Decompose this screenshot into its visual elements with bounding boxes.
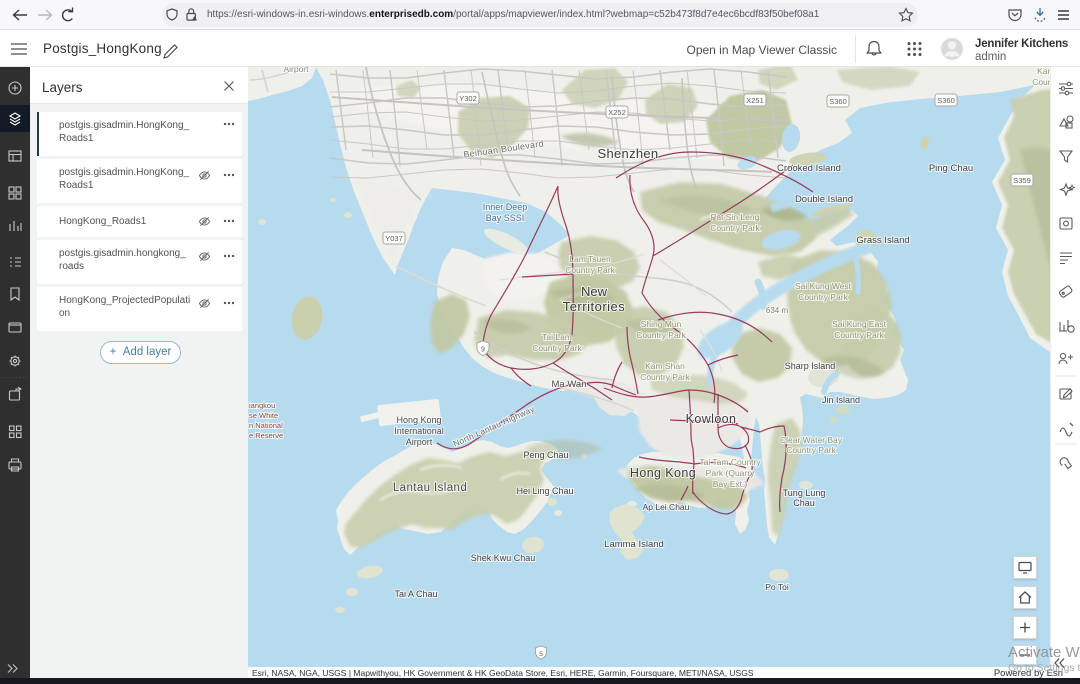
svg-text:Clear Water Bay: Clear Water Bay	[780, 435, 843, 445]
svg-text:New: New	[581, 284, 608, 299]
svg-text:Kowloon: Kowloon	[686, 412, 737, 426]
svg-text:Airport: Airport	[283, 67, 309, 74]
svg-text:Hei Ling Chau: Hei Ling Chau	[516, 486, 573, 496]
svg-text:S360: S360	[829, 97, 847, 106]
svg-text:Country Park: Country Park	[834, 330, 884, 340]
svg-text:Double Island: Double Island	[795, 194, 853, 205]
svg-text:Y302: Y302	[459, 94, 477, 103]
svg-text:Shing Mun: Shing Mun	[641, 319, 682, 329]
svg-text:5: 5	[539, 651, 543, 658]
svg-text:e Reserve: e Reserve	[249, 431, 283, 440]
svg-text:X252: X252	[608, 108, 626, 117]
svg-text:Sai Kung West: Sai Kung West	[795, 281, 852, 291]
svg-text:Bay Ext.): Bay Ext.)	[713, 479, 748, 489]
svg-text:Sai Kung East: Sai Kung East	[832, 319, 887, 329]
svg-text:Po Toi: Po Toi	[765, 582, 789, 592]
svg-text:Ap Lei Chau: Ap Lei Chau	[643, 502, 690, 512]
svg-text:9: 9	[481, 347, 485, 354]
svg-text:Crooked Island: Crooked Island	[777, 163, 841, 174]
svg-text:Territories: Territories	[563, 299, 626, 314]
svg-text:Country Park: Country Park	[786, 445, 836, 455]
svg-text:n National: n National	[249, 421, 283, 430]
svg-text:Y037: Y037	[385, 234, 403, 243]
svg-text:634 m: 634 m	[766, 306, 789, 315]
svg-text:Country Park: Country Park	[798, 292, 848, 302]
svg-text:Tung Lung: Tung Lung	[783, 488, 826, 498]
svg-text:Country Park: Country Park	[565, 265, 615, 275]
svg-text:Jin Island: Jin Island	[822, 395, 860, 405]
svg-text:Shek Kwu Chau: Shek Kwu Chau	[471, 553, 536, 563]
svg-text:Lamma Island: Lamma Island	[604, 539, 664, 550]
svg-text:Ping Chau: Ping Chau	[929, 163, 973, 174]
svg-text:Hong Kong: Hong Kong	[396, 415, 441, 425]
svg-text:Kam Shan: Kam Shan	[645, 361, 685, 371]
svg-text:Pat Sin Leng: Pat Sin Leng	[711, 212, 760, 222]
svg-text:Lantau Island: Lantau Island	[393, 482, 467, 494]
svg-text:Country Park: Country Park	[532, 343, 582, 353]
svg-text:S360: S360	[937, 96, 955, 105]
svg-text:Country Park: Country Park	[636, 330, 686, 340]
svg-text:Chau: Chau	[793, 498, 815, 508]
svg-text:Tai Lam: Tai Lam	[542, 332, 572, 342]
svg-text:Inner Deep: Inner Deep	[483, 202, 528, 212]
svg-text:Lam Tsuen: Lam Tsuen	[569, 254, 611, 264]
svg-text:iangkou: iangkou	[249, 401, 275, 410]
svg-text:S359: S359	[1013, 176, 1031, 185]
svg-text:Ma Wan: Ma Wan	[551, 379, 586, 390]
svg-text:Country Park: Country Park	[640, 372, 690, 382]
svg-text:Tai A Chau: Tai A Chau	[394, 589, 437, 599]
svg-text:International: International	[394, 426, 444, 436]
svg-text:Peng Chau: Peng Chau	[523, 450, 568, 460]
svg-text:Park (Quarry: Park (Quarry	[706, 468, 755, 478]
svg-text:Tai Tam Country: Tai Tam Country	[699, 457, 761, 467]
svg-text:X251: X251	[746, 96, 764, 105]
svg-text:se White: se White	[249, 411, 278, 420]
svg-text:Bay SSSI: Bay SSSI	[486, 213, 525, 223]
svg-text:Hong Kong: Hong Kong	[630, 466, 696, 480]
svg-text:Sharp Island: Sharp Island	[785, 361, 836, 371]
svg-text:Airport: Airport	[406, 437, 433, 447]
svg-text:Shenzhen: Shenzhen	[598, 146, 659, 161]
svg-text:Grass Island: Grass Island	[856, 235, 909, 246]
svg-text:Country Park: Country Park	[710, 223, 760, 233]
